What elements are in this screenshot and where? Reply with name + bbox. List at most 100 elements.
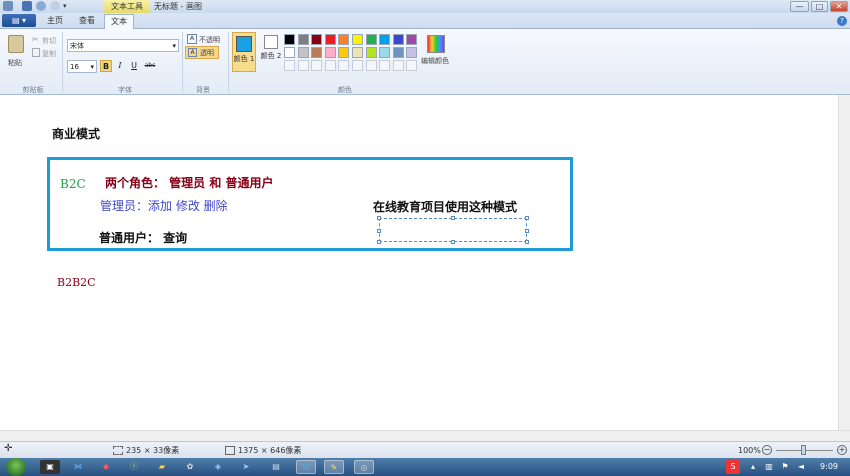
app-icon[interactable]: ◈	[208, 460, 228, 474]
chevron-up-icon[interactable]: ▴	[746, 460, 760, 474]
resize-handle[interactable]	[451, 216, 455, 220]
quick-access-dropdown-icon[interactable]: ▾	[63, 1, 71, 11]
resize-handle[interactable]	[377, 229, 381, 233]
edit-colors-icon[interactable]	[427, 35, 445, 53]
network-icon[interactable]: ▥	[762, 460, 776, 474]
app-icon[interactable]: ◎	[354, 460, 374, 474]
canvas[interactable]	[0, 95, 850, 430]
palette-swatch[interactable]	[324, 60, 336, 71]
resize-handle[interactable]	[525, 240, 529, 244]
browser-icon[interactable]: ⓔ	[124, 460, 144, 474]
tab-text[interactable]: 文本	[104, 14, 134, 29]
selection-size: 235 × 33像素	[126, 446, 180, 455]
bold-button[interactable]: B	[100, 60, 112, 72]
edit-colors-button[interactable]: 编辑颜色	[421, 56, 449, 66]
strikethrough-button[interactable]: abc	[142, 60, 158, 72]
word-icon[interactable]: W	[296, 460, 316, 474]
palette-swatch[interactable]	[352, 60, 363, 71]
resize-handle[interactable]	[451, 240, 455, 244]
cut-icon[interactable]: ✂	[32, 35, 39, 44]
folder-icon[interactable]: ▰	[152, 460, 172, 474]
palette-swatch[interactable]	[352, 47, 363, 58]
tab-home[interactable]: 主页	[40, 14, 70, 29]
tab-view[interactable]: 查看	[72, 14, 102, 29]
app-icon[interactable]: ◆	[96, 460, 116, 474]
app-icon[interactable]: ➤	[236, 460, 256, 474]
text-selection-box[interactable]	[379, 218, 527, 242]
palette-swatch[interactable]	[392, 47, 404, 58]
underline-button[interactable]: U	[128, 60, 140, 72]
paint-taskbar-icon[interactable]: ✎	[324, 460, 344, 474]
group-separator	[62, 32, 63, 92]
start-button[interactable]	[6, 458, 26, 476]
palette-swatch[interactable]	[365, 60, 377, 71]
palette-swatch[interactable]	[311, 47, 323, 58]
volume-icon[interactable]: ◄	[794, 460, 808, 474]
font-family-select[interactable]: 宋体 ▾	[67, 39, 179, 52]
save-icon[interactable]	[22, 1, 32, 11]
color2-button[interactable]: 颜色 2	[259, 32, 283, 72]
palette-swatch[interactable]	[406, 34, 418, 45]
palette-swatch[interactable]	[297, 47, 309, 58]
paint-app-icon[interactable]	[3, 1, 13, 11]
app-icon[interactable]: ▤	[266, 460, 286, 474]
paste-button[interactable]: 粘贴	[8, 58, 22, 68]
palette-swatch[interactable]	[392, 34, 404, 45]
app-icon[interactable]: ✿	[180, 460, 200, 474]
visual-studio-icon[interactable]: ⋈	[68, 460, 88, 474]
palette-swatch[interactable]	[311, 34, 323, 45]
minimize-button[interactable]: —	[790, 1, 809, 12]
paste-icon[interactable]	[8, 35, 24, 53]
flag-icon[interactable]: ⚑	[778, 460, 792, 474]
palette-swatch[interactable]	[324, 47, 336, 58]
palette-swatch[interactable]	[324, 34, 336, 45]
zoom-out-icon[interactable]: −	[762, 445, 772, 455]
help-icon[interactable]: ?	[837, 16, 847, 26]
resize-handle[interactable]	[377, 216, 381, 220]
palette-swatch[interactable]	[297, 60, 309, 71]
cut-button[interactable]: 剪切	[42, 36, 56, 46]
file-menu-button[interactable]: ▤ ▾	[2, 14, 36, 27]
opaque-icon[interactable]: A	[187, 34, 197, 44]
palette-swatch[interactable]	[406, 60, 418, 71]
copy-button[interactable]: 复制	[42, 49, 56, 59]
palette-swatch[interactable]	[379, 47, 391, 58]
zoom-slider-thumb[interactable]	[801, 445, 806, 455]
palette-swatch[interactable]	[284, 34, 295, 45]
zoom-in-icon[interactable]: +	[837, 445, 847, 455]
redo-icon[interactable]	[50, 1, 60, 11]
palette-swatch[interactable]	[365, 34, 377, 45]
transparent-button[interactable]: A 透明	[185, 46, 219, 59]
maximize-button[interactable]: □	[811, 1, 828, 12]
palette-swatch[interactable]	[284, 47, 295, 58]
color1-button[interactable]: 颜色 1	[232, 32, 256, 72]
palette-swatch[interactable]	[406, 47, 418, 58]
resize-handle[interactable]	[525, 216, 529, 220]
italic-button[interactable]: I	[114, 60, 126, 72]
close-button[interactable]: ✕	[830, 1, 848, 12]
horizontal-scrollbar[interactable]	[0, 430, 850, 441]
color2-label: 颜色 2	[260, 52, 282, 60]
palette-swatch[interactable]	[338, 60, 350, 71]
palette-swatch[interactable]	[338, 34, 350, 45]
clock[interactable]: 9:09	[820, 458, 838, 476]
palette-swatch[interactable]	[311, 60, 323, 71]
undo-icon[interactable]	[36, 1, 46, 11]
palette-swatch[interactable]	[338, 47, 350, 58]
palette-swatch[interactable]	[365, 47, 377, 58]
vertical-scrollbar[interactable]	[838, 95, 850, 430]
terminal-icon[interactable]: ▣	[40, 460, 60, 474]
resize-handle[interactable]	[525, 229, 529, 233]
copy-icon[interactable]	[32, 48, 40, 57]
palette-swatch[interactable]	[352, 34, 363, 45]
resize-handle[interactable]	[377, 240, 381, 244]
canvas-size: 1375 × 646像素	[238, 446, 302, 455]
palette-swatch[interactable]	[379, 60, 391, 71]
palette-swatch[interactable]	[284, 60, 295, 71]
palette-swatch[interactable]	[392, 60, 404, 71]
palette-swatch[interactable]	[379, 34, 391, 45]
palette-swatch[interactable]	[297, 34, 309, 45]
sogou-input-icon[interactable]: S	[726, 460, 740, 474]
font-size-select[interactable]: 16 ▾	[67, 60, 97, 73]
opaque-button[interactable]: 不透明	[199, 35, 220, 45]
